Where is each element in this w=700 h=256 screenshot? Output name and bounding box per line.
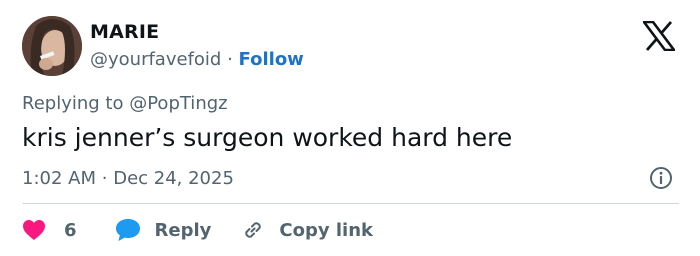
reply-context-handle[interactable]: @PopTingz bbox=[129, 93, 227, 114]
tweet-timestamp[interactable]: 1:02 AM · Dec 24, 2025 bbox=[22, 168, 234, 189]
reply-button[interactable]: Reply bbox=[115, 218, 212, 242]
reply-context: Replying to @PopTingz bbox=[22, 93, 228, 114]
follow-button[interactable]: Follow bbox=[239, 49, 304, 70]
tweet-date: Dec 24, 2025 bbox=[113, 168, 234, 189]
tweet-text: kris jenner’s surgeon worked hard here bbox=[22, 123, 513, 152]
reply-context-prefix: Replying to bbox=[22, 93, 124, 114]
x-logo-icon[interactable] bbox=[641, 20, 677, 52]
speech-bubble-icon bbox=[115, 218, 141, 242]
divider bbox=[22, 203, 679, 204]
link-icon bbox=[241, 218, 265, 242]
like-count: 6 bbox=[64, 219, 77, 241]
like-button[interactable]: 6 bbox=[22, 219, 77, 241]
copy-link-button[interactable]: Copy link bbox=[241, 218, 373, 242]
avatar[interactable] bbox=[22, 16, 82, 76]
handle-separator: · bbox=[227, 49, 233, 70]
reply-label: Reply bbox=[154, 219, 212, 241]
heart-icon bbox=[22, 219, 46, 241]
tweet-time: 1:02 AM bbox=[22, 168, 96, 189]
timestamp-separator: · bbox=[101, 168, 108, 189]
author-handle-row: @yourfavefoid · Follow bbox=[90, 49, 304, 70]
copy-link-label: Copy link bbox=[279, 219, 373, 241]
author-name[interactable]: MARIE bbox=[90, 21, 159, 43]
author-handle[interactable]: @yourfavefoid bbox=[90, 49, 221, 70]
info-icon[interactable] bbox=[649, 166, 673, 190]
action-bar: 6 Reply Copy link bbox=[22, 216, 373, 244]
